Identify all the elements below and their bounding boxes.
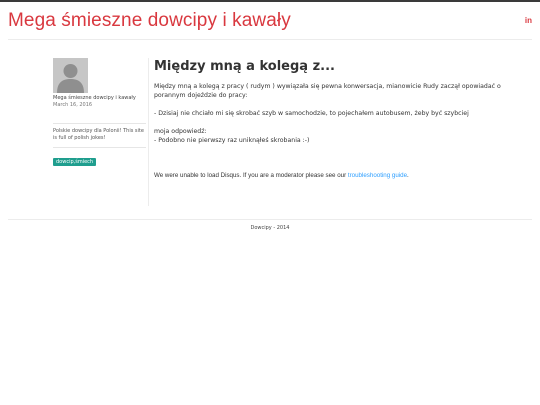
top-border: [0, 0, 540, 2]
disqus-error-message: We were unable to load Disqus. If you ar…: [154, 172, 409, 179]
vertical-divider: [148, 58, 149, 206]
author-name[interactable]: Mega śmieszne dowcipy i kawały: [53, 95, 148, 102]
disqus-error-text: We were unable to load Disqus. If you ar…: [154, 172, 348, 179]
disqus-error-suffix: .: [407, 172, 409, 179]
post-date: March 16, 2016: [53, 102, 93, 108]
footer-text: Dowcipy - 2014: [250, 225, 290, 231]
footer-divider: [8, 219, 532, 220]
post-article: Między mną a kolegą z... Między mną a ko…: [154, 58, 534, 145]
post-paragraph: Między mną a kolegą z pracy ( rudym ) wy…: [154, 83, 501, 99]
avatar: [53, 58, 88, 93]
default-user-avatar-icon: [53, 58, 88, 93]
sidebar-divider: [53, 123, 146, 124]
post-title: Między mną a kolegą z...: [154, 59, 335, 74]
post-paragraph: - Podobno nie pierwszy raz uniknąłeś skr…: [154, 137, 310, 144]
troubleshooting-link[interactable]: troubleshooting guide: [348, 172, 407, 179]
post-body: Między mną a kolegą z pracy ( rudym ) wy…: [154, 82, 534, 145]
linkedin-icon[interactable]: in: [525, 16, 532, 25]
site-description: Polskie dowcipy dla Polonii! This site i…: [53, 128, 144, 141]
site-title[interactable]: Mega śmieszne dowcipy i kawały: [8, 10, 291, 32]
sidebar-divider: [53, 147, 146, 148]
header-divider: [8, 39, 532, 40]
post-paragraph: - Dzisiaj nie chciało mi się skrobać szy…: [154, 110, 469, 117]
post-sidebar: Mega śmieszne dowcipy i kawały March 16,…: [53, 58, 148, 167]
post-paragraph: moja odpowiedź:: [154, 128, 207, 135]
tag-badge[interactable]: dowcip,śmiech: [53, 158, 97, 166]
